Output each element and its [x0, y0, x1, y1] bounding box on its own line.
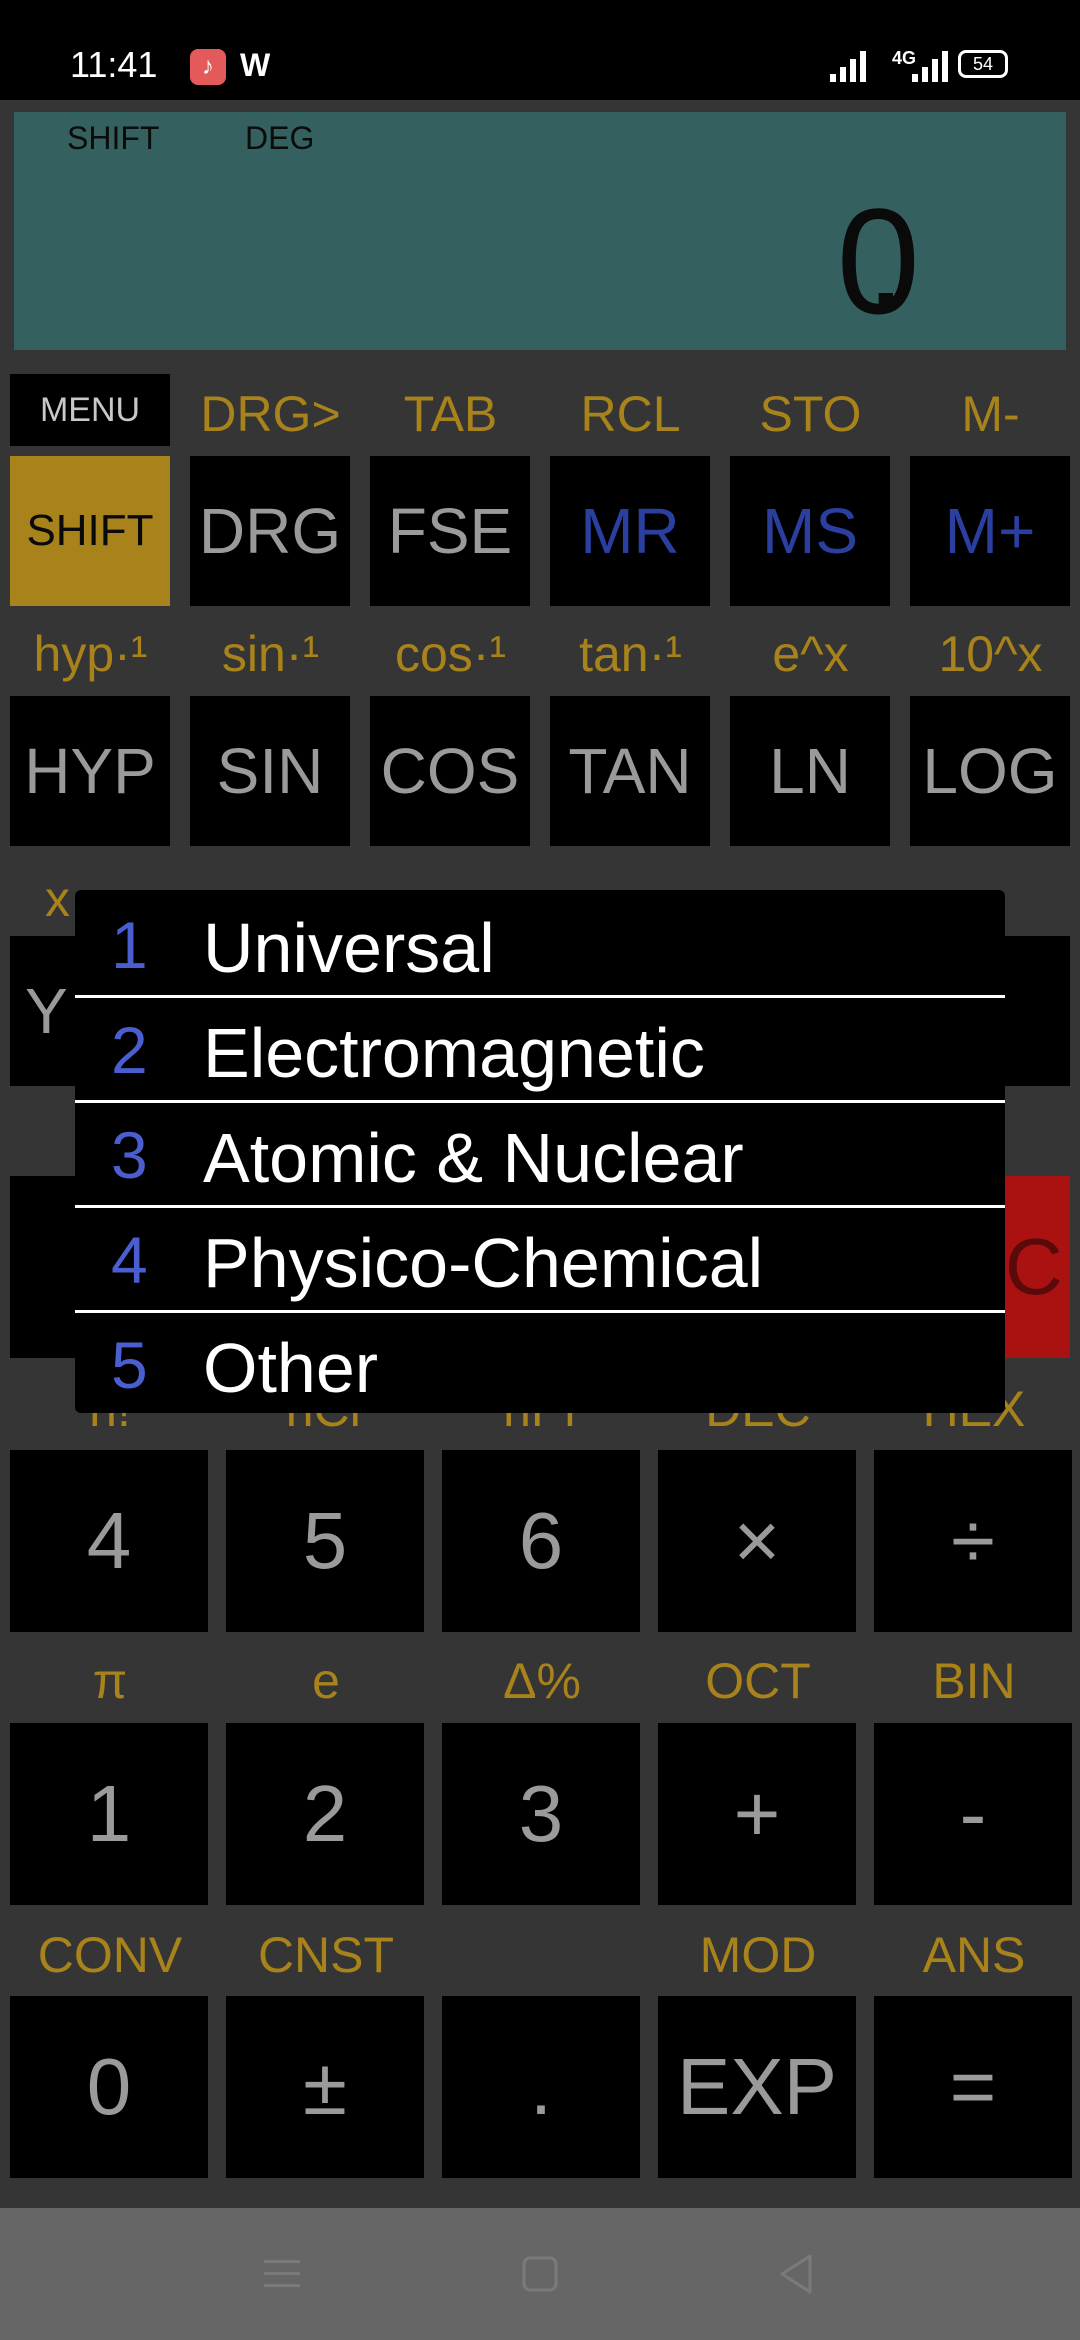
constants-menu-dialog: 1 Universal 2 Electromagnetic 3 Atomic &…: [75, 890, 1005, 1413]
mplus-key[interactable]: M+: [910, 456, 1070, 606]
hyp-key[interactable]: HYP: [10, 696, 170, 846]
shift-label-acos: cos·¹: [394, 626, 507, 682]
shift-label-bin: BIN: [932, 1653, 1016, 1709]
row3-right-key-partial[interactable]: [1005, 936, 1070, 1086]
menu-item-label: Universal: [203, 909, 495, 987]
shift-label-drg: DRG>: [200, 386, 341, 442]
menu-icon[interactable]: [262, 2254, 302, 2294]
shift-label-e: e: [312, 1653, 340, 1709]
key-2[interactable]: 2: [226, 1723, 424, 1905]
key-1[interactable]: 1: [10, 1723, 208, 1905]
shift-indicator: SHIFT: [67, 120, 160, 156]
clear-key-partial[interactable]: C: [1005, 1176, 1070, 1358]
shift-label-pi: π: [92, 1653, 128, 1709]
multiply-key[interactable]: ×: [658, 1450, 856, 1632]
minus-key[interactable]: -: [874, 1723, 1072, 1905]
menu-item-label: Electromagnetic: [203, 1014, 705, 1092]
mr-key[interactable]: MR: [550, 456, 710, 606]
key-6[interactable]: 6: [442, 1450, 640, 1632]
shift-label-mod: MOD: [699, 1927, 817, 1983]
shift-label-conv: CONV: [37, 1927, 183, 1983]
constants-menu-item-universal[interactable]: 1 Universal: [75, 890, 1005, 998]
menu-item-number: 3: [111, 1118, 148, 1192]
key-3[interactable]: 3: [442, 1723, 640, 1905]
back-icon[interactable]: [776, 2252, 816, 2296]
cos-key[interactable]: COS: [370, 696, 530, 846]
ms-key[interactable]: MS: [730, 456, 890, 606]
decimal-key[interactable]: .: [442, 1996, 640, 2178]
menu-item-number: 1: [111, 908, 148, 982]
signal-icon: [830, 51, 866, 82]
tan-key[interactable]: TAN: [550, 696, 710, 846]
shift-label-oct: OCT: [705, 1653, 811, 1709]
constants-menu-item-other[interactable]: 5 Other: [75, 1310, 1005, 1413]
constants-menu-item-electromagnetic[interactable]: 2 Electromagnetic: [75, 995, 1005, 1103]
music-app-icon: ♪: [190, 49, 226, 85]
key-0[interactable]: 0: [10, 1996, 208, 2178]
sin-key[interactable]: SIN: [190, 696, 350, 846]
angle-mode-indicator: DEG: [245, 120, 315, 156]
menu-item-label: Atomic & Nuclear: [203, 1119, 744, 1197]
key-4[interactable]: 4: [10, 1450, 208, 1632]
exp-key[interactable]: EXP: [658, 1996, 856, 2178]
shift-label-mminus: M-: [961, 386, 1020, 442]
battery-icon: 54: [958, 50, 1008, 78]
constants-menu-item-physico-chemical[interactable]: 4 Physico-Chemical: [75, 1205, 1005, 1313]
signal-icon-2: [912, 51, 948, 82]
display-decimal-point: .: [865, 173, 907, 341]
menu-item-label: Physico-Chemical: [203, 1224, 764, 1302]
row4-left-key-partial[interactable]: [10, 1176, 75, 1358]
drg-key[interactable]: DRG: [190, 456, 350, 606]
plus-key[interactable]: +: [658, 1723, 856, 1905]
menu-button[interactable]: MENU: [10, 374, 170, 446]
plus-minus-key[interactable]: ±: [226, 1996, 424, 2178]
divide-key[interactable]: ÷: [874, 1450, 1072, 1632]
fse-key[interactable]: FSE: [370, 456, 530, 606]
shift-label-rcl: RCL: [580, 386, 681, 442]
shift-key[interactable]: SHIFT: [10, 456, 170, 606]
shift-label-atan: tan·¹: [579, 626, 682, 682]
key-5[interactable]: 5: [226, 1450, 424, 1632]
constants-menu-item-atomic-nuclear[interactable]: 3 Atomic & Nuclear: [75, 1100, 1005, 1208]
menu-item-number: 2: [111, 1013, 148, 1087]
shift-label-delta-percent: Δ%: [503, 1653, 581, 1709]
home-icon[interactable]: [520, 2254, 560, 2294]
log-key[interactable]: LOG: [910, 696, 1070, 846]
shift-label-tab: TAB: [403, 386, 498, 442]
w-app-icon: W: [240, 47, 271, 83]
status-time: 11:41: [70, 44, 158, 85]
shift-label-exp: e^x: [772, 626, 849, 682]
shift-label-cnst: CNST: [257, 1927, 395, 1983]
shift-label-ans: ANS: [922, 1927, 1026, 1983]
equals-key[interactable]: =: [874, 1996, 1072, 2178]
menu-item-number: 4: [111, 1223, 148, 1297]
shift-label-tenpow: 10^x: [938, 626, 1043, 682]
shift-label-sto: STO: [759, 386, 862, 442]
shift-label-hyp: hyp·¹: [33, 626, 148, 682]
shift-label-asin: sin·¹: [221, 626, 320, 682]
ln-key[interactable]: LN: [730, 696, 890, 846]
menu-item-label: Other: [203, 1329, 379, 1407]
menu-item-number: 5: [111, 1328, 148, 1402]
